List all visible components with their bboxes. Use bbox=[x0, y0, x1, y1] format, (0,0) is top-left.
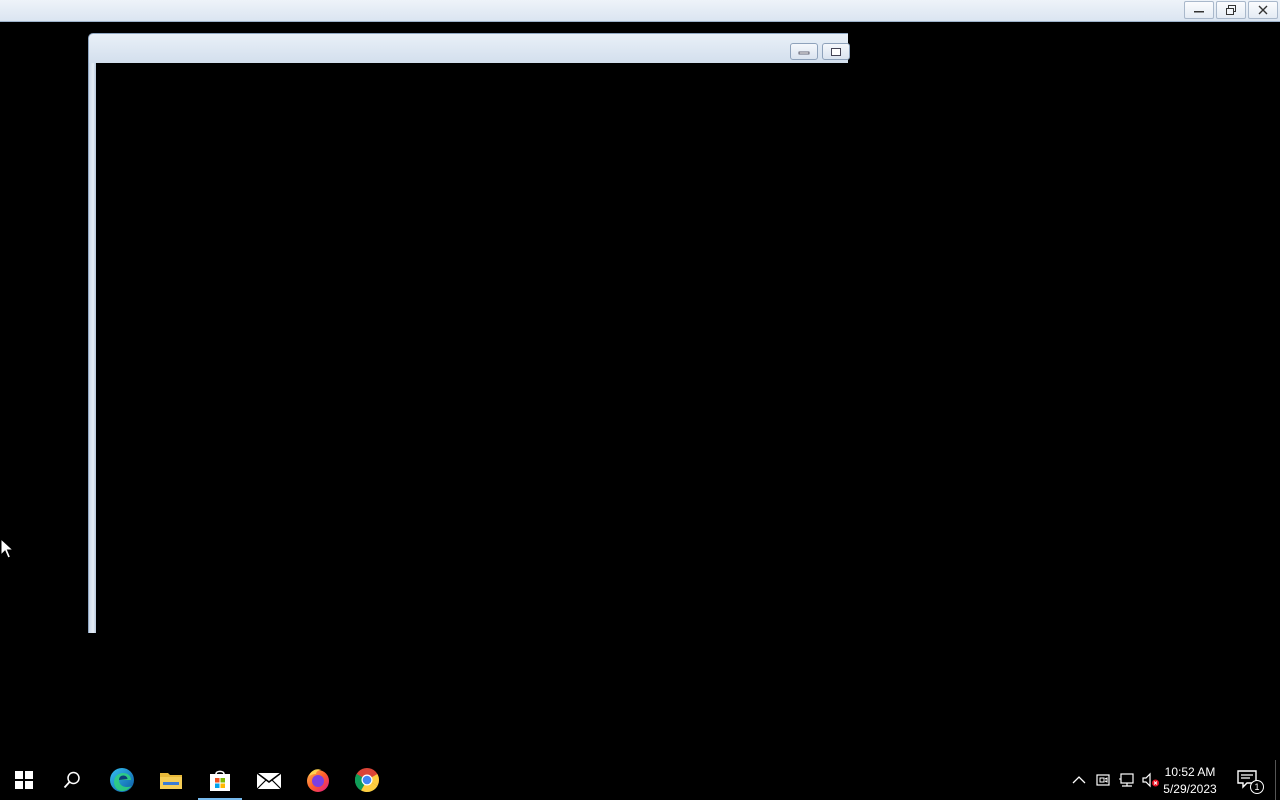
start-button[interactable] bbox=[0, 760, 48, 800]
edge-icon bbox=[110, 768, 134, 792]
taskbar-store[interactable] bbox=[196, 760, 244, 800]
maximize-icon bbox=[831, 47, 841, 56]
inner-maximize-button[interactable] bbox=[822, 43, 850, 60]
inner-window-controls bbox=[790, 43, 850, 60]
mouse-cursor-icon bbox=[0, 538, 14, 559]
taskbar-chrome[interactable] bbox=[343, 760, 391, 800]
taskbar-edge[interactable] bbox=[98, 760, 146, 800]
minimize-icon bbox=[1194, 11, 1204, 13]
action-center-button[interactable]: 1 bbox=[1236, 768, 1264, 794]
minimize-icon bbox=[798, 51, 810, 54]
meet-now-icon bbox=[1096, 774, 1110, 786]
desktop: 10:52 AM 5/29/2023 1 bbox=[0, 0, 1280, 800]
close-icon bbox=[1258, 5, 1268, 15]
inner-window-content bbox=[96, 63, 848, 633]
inner-minimize-button[interactable] bbox=[790, 43, 818, 60]
network-icon bbox=[1119, 773, 1134, 787]
taskbar: 10:52 AM 5/29/2023 1 bbox=[0, 760, 1280, 800]
chevron-up-icon bbox=[1072, 776, 1086, 784]
tray-overflow-button[interactable] bbox=[1069, 770, 1089, 790]
outer-close-button[interactable] bbox=[1248, 1, 1278, 19]
show-desktop-button[interactable] bbox=[1275, 760, 1280, 800]
taskbar-mail[interactable] bbox=[245, 760, 293, 800]
tray-network[interactable] bbox=[1117, 770, 1137, 790]
outer-window-controls bbox=[1184, 1, 1278, 19]
tray-meet-now[interactable] bbox=[1093, 770, 1113, 790]
search-icon bbox=[63, 771, 80, 789]
mail-icon bbox=[256, 772, 282, 790]
notification-count-badge: 1 bbox=[1250, 780, 1264, 794]
chrome-icon bbox=[354, 768, 379, 793]
outer-minimize-button[interactable] bbox=[1184, 1, 1214, 19]
inner-window-titlebar[interactable] bbox=[88, 33, 850, 63]
clock-date: 5/29/2023 bbox=[1163, 782, 1217, 796]
firefox-icon bbox=[307, 769, 329, 792]
file-explorer-icon bbox=[160, 773, 182, 789]
restore-icon bbox=[1226, 5, 1236, 15]
clock-time: 10:52 AM bbox=[1164, 765, 1216, 779]
taskbar-firefox[interactable] bbox=[294, 760, 342, 800]
outer-window-titlebar[interactable] bbox=[0, 0, 1280, 22]
inner-window-frame bbox=[88, 63, 96, 633]
taskbar-file-explorer[interactable] bbox=[147, 760, 195, 800]
inner-window bbox=[88, 33, 850, 633]
outer-restore-button[interactable] bbox=[1216, 1, 1246, 19]
store-icon bbox=[210, 770, 230, 791]
windows-logo-icon bbox=[15, 771, 33, 789]
search-button[interactable] bbox=[48, 760, 96, 800]
tray-clock[interactable]: 10:52 AM 5/29/2023 bbox=[1158, 764, 1222, 798]
